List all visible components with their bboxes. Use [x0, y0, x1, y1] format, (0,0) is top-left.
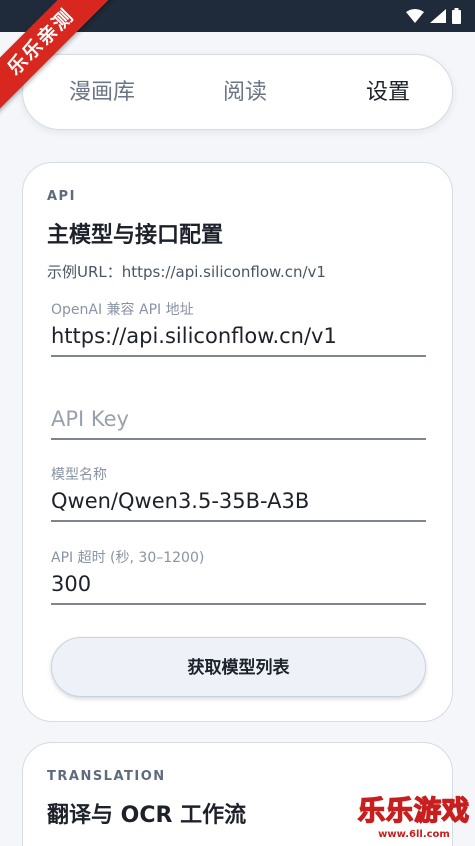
- field-underline: [51, 355, 426, 357]
- api-settings-card: API 主模型与接口配置 示例URL：https://api.siliconfl…: [22, 162, 453, 722]
- timeout-label: API 超时 (秒, 30–1200): [51, 550, 205, 566]
- tab-settings[interactable]: 设置: [343, 55, 433, 131]
- api-key-field[interactable]: API Key: [51, 402, 426, 440]
- model-name-label: 模型名称: [51, 467, 107, 483]
- field-underline: [51, 603, 426, 605]
- api-key-input[interactable]: API Key: [51, 402, 426, 436]
- base-url-label: OpenAI 兼容 API 地址: [51, 302, 194, 318]
- section-tag: TRANSLATION: [47, 769, 166, 784]
- field-underline: [51, 520, 426, 522]
- model-name-input[interactable]: Qwen/Qwen3.5-35B-A3B: [51, 484, 426, 518]
- fetch-model-list-button[interactable]: 获取模型列表: [51, 637, 426, 697]
- section-title: 翻译与 OCR 工作流: [47, 803, 247, 828]
- wifi-icon: [406, 9, 424, 23]
- signal-icon: [430, 9, 446, 23]
- timeout-input[interactable]: 300: [51, 567, 426, 601]
- battery-icon: [452, 8, 461, 24]
- promo-ribbon-text: 乐乐亲测: [0, 0, 114, 115]
- timeout-field[interactable]: API 超时 (秒, 30–1200) 300: [51, 547, 426, 605]
- tab-reader[interactable]: 阅读: [205, 55, 285, 131]
- example-url-hint: 示例URL：https://api.siliconflow.cn/v1: [47, 263, 326, 281]
- site-watermark: 乐乐游戏 www.6ll.com: [355, 795, 473, 846]
- field-underline: [51, 438, 426, 440]
- section-tag: API: [47, 189, 76, 204]
- base-url-field[interactable]: OpenAI 兼容 API 地址 https://api.siliconflow…: [51, 299, 426, 357]
- watermark-url: www.6ll.com: [378, 829, 450, 840]
- promo-ribbon: 乐乐亲测: [0, 0, 130, 130]
- section-title: 主模型与接口配置: [47, 223, 224, 248]
- model-name-field[interactable]: 模型名称 Qwen/Qwen3.5-35B-A3B: [51, 464, 426, 522]
- watermark-logo-text: 乐乐游戏: [357, 795, 470, 828]
- base-url-input[interactable]: https://api.siliconflow.cn/v1: [51, 319, 426, 353]
- status-icons: [406, 8, 461, 24]
